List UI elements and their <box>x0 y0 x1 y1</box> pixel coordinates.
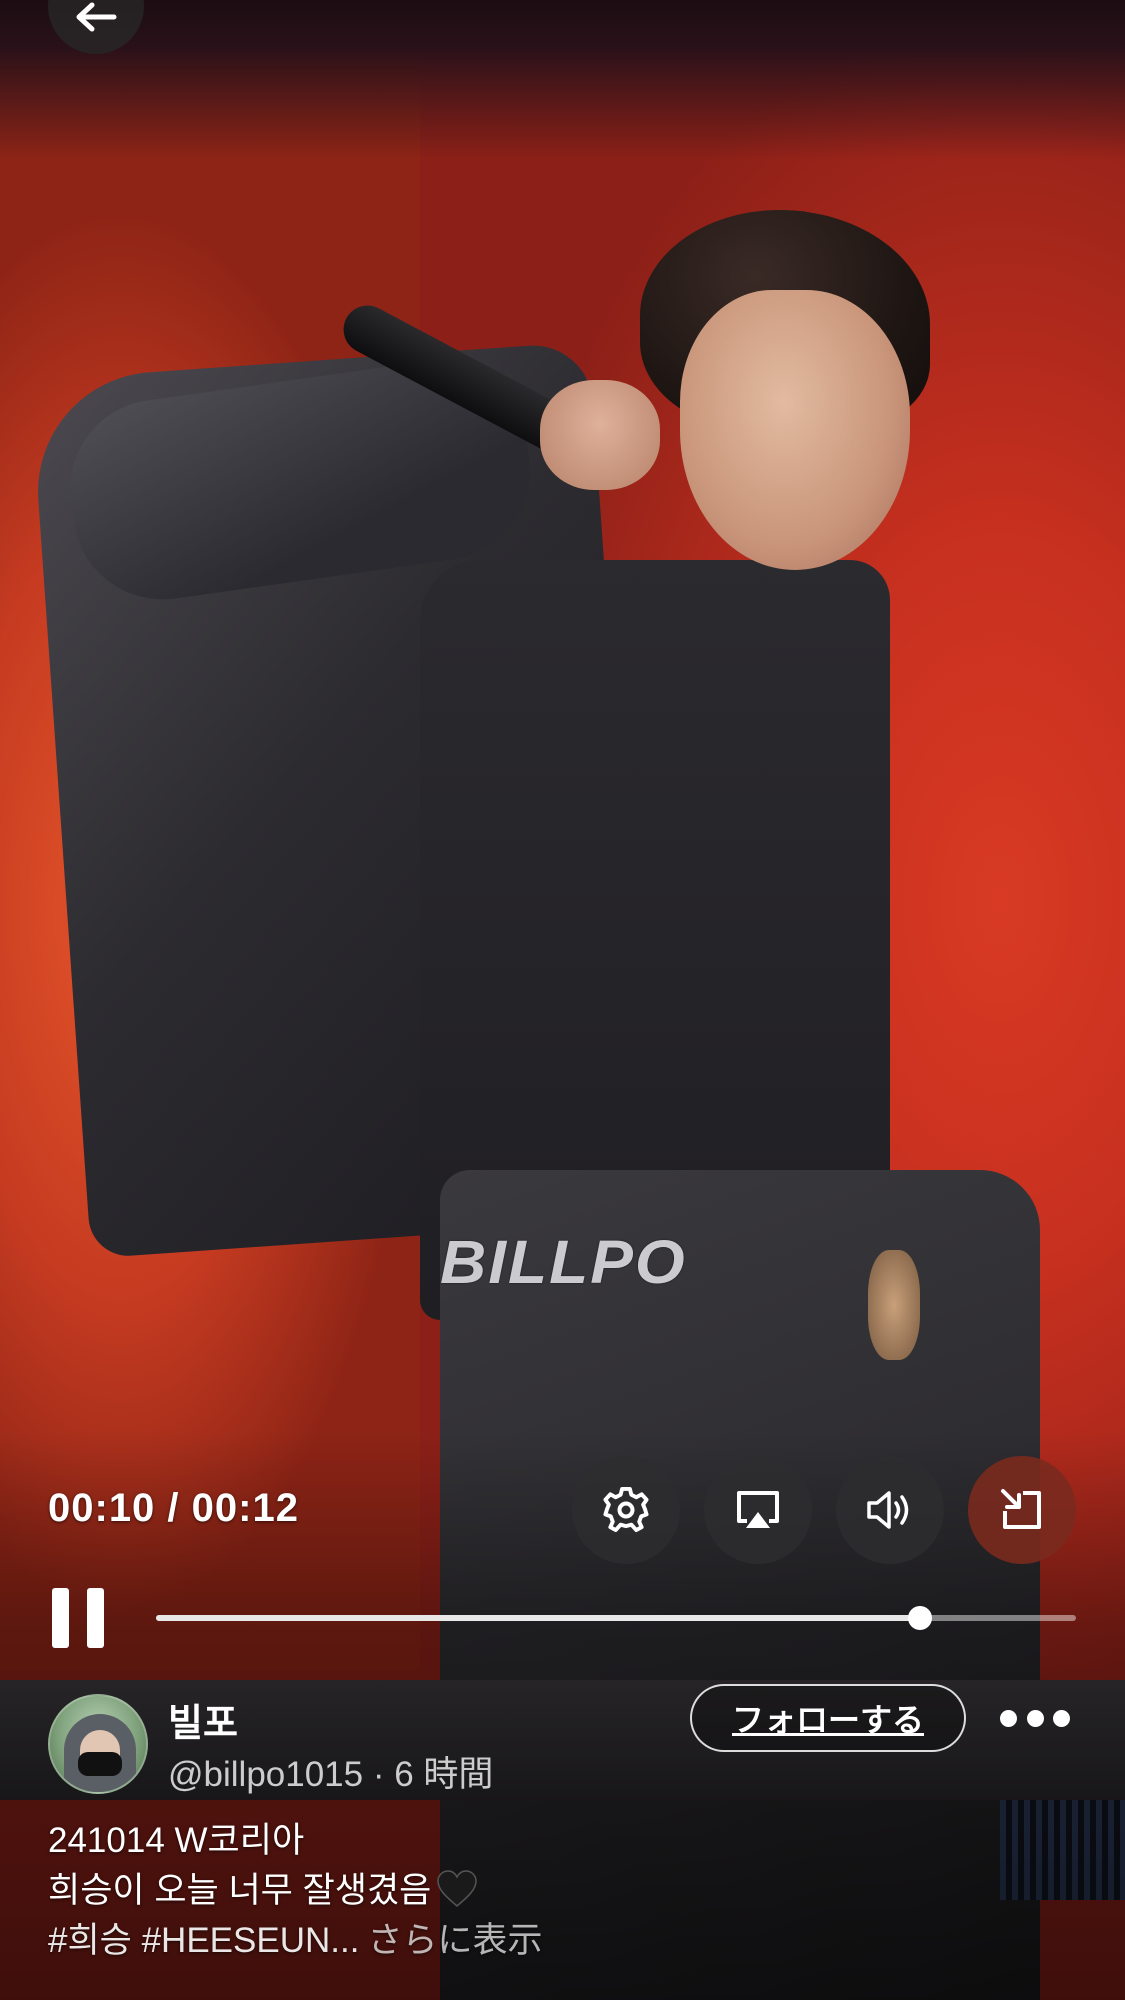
performer-hand <box>540 380 660 490</box>
more-options-button[interactable] <box>1000 1700 1070 1736</box>
gear-icon <box>603 1486 649 1533</box>
more-dot <box>1026 1709 1044 1727</box>
author-handle-time: @billpo1015 · 6 時間 <box>168 1755 494 1794</box>
more-dot <box>1000 1709 1017 1727</box>
video-watermark: BILLPO <box>440 1227 687 1297</box>
caption-line-2-text: 희승이 오늘 너무 잘생겼음 <box>48 1871 432 1910</box>
caption-hashtags[interactable]: #희승 #HEESEUN... <box>48 1921 359 1960</box>
airplay-icon <box>737 1491 779 1528</box>
pause-button[interactable] <box>52 1588 104 1648</box>
airplay-button[interactable] <box>704 1456 812 1564</box>
more-dot <box>1053 1709 1070 1727</box>
progress-bar[interactable] <box>156 1606 1076 1630</box>
picture-in-picture-icon <box>1001 1489 1041 1529</box>
pause-bar-right <box>87 1588 104 1648</box>
stage-top-shade <box>0 0 1125 160</box>
progress-fill <box>156 1615 920 1621</box>
author-display-name[interactable]: 빌포 <box>168 1692 238 1747</box>
follow-button-label: フォローする <box>731 1702 924 1738</box>
progress-scrubber-handle[interactable] <box>907 1606 932 1630</box>
follow-button[interactable]: フォローする <box>690 1684 966 1752</box>
speaker-icon <box>867 1491 909 1529</box>
caption-line-1: 241014 W코리아 <box>48 1821 305 1860</box>
show-more-link[interactable]: さらに表示 <box>367 1921 542 1960</box>
belt-buckle <box>868 1250 920 1360</box>
arrow-left-icon <box>76 2 117 32</box>
avatar[interactable] <box>48 1694 148 1794</box>
caption-line-2: 희승이 오늘 너무 잘생겼음 <box>48 1866 479 1916</box>
volume-button[interactable] <box>836 1456 944 1564</box>
performer-face <box>680 290 910 570</box>
caption-line-3: #희승 #HEESEUN... さらに表示 <box>48 1916 542 1966</box>
picture-in-picture-button[interactable] <box>968 1456 1076 1564</box>
avatar-mask <box>78 1752 122 1776</box>
time-display: 00:10 / 00:12 <box>48 1486 299 1530</box>
settings-button[interactable] <box>572 1456 680 1564</box>
black-heart-icon <box>437 1870 478 1907</box>
pause-bar-left <box>52 1588 69 1648</box>
